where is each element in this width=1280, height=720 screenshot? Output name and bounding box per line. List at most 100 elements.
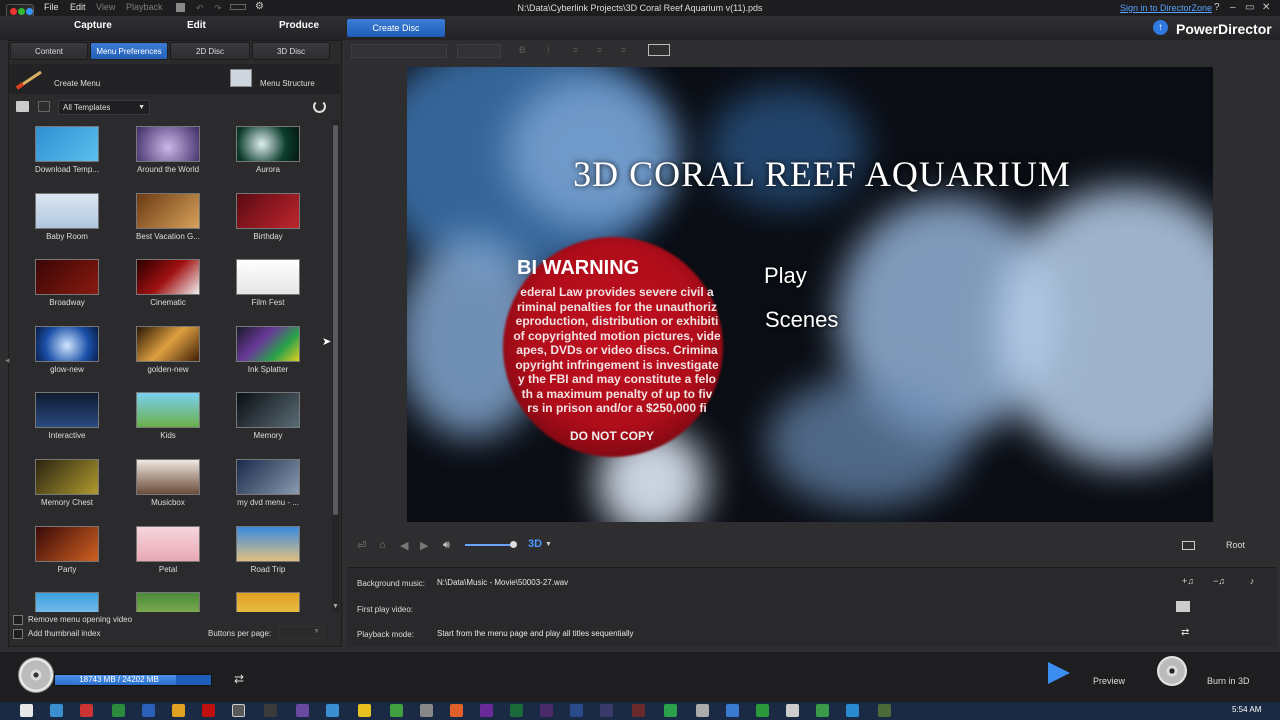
app-icon[interactable] [786, 704, 799, 717]
menu-structure-button[interactable]: Menu Structure [260, 79, 315, 88]
burn-3d-button[interactable]: Burn in 3D [1207, 676, 1250, 686]
app-icon[interactable] [390, 704, 403, 717]
template-tile[interactable] [118, 586, 218, 612]
app-icon[interactable] [420, 704, 433, 717]
refresh-icon[interactable] [313, 100, 326, 113]
app-icon[interactable] [264, 704, 277, 717]
app-icon[interactable] [664, 704, 677, 717]
template-tile[interactable]: Interactive [17, 386, 117, 448]
font-select[interactable] [351, 44, 447, 58]
template-tile[interactable]: my dvd menu - ... [218, 453, 318, 515]
menu-structure-icon[interactable] [230, 69, 252, 87]
menu-view[interactable]: View [96, 2, 115, 12]
app-icon[interactable] [726, 704, 739, 717]
swap-icon[interactable]: ⇄ [228, 672, 250, 686]
template-thumbnail[interactable] [136, 126, 200, 162]
skype-icon[interactable] [846, 704, 859, 717]
excel-icon[interactable] [112, 704, 125, 717]
mode-3d-toggle[interactable]: 3D [528, 538, 542, 550]
tab-content[interactable]: Content [10, 42, 88, 60]
italic-icon[interactable]: I [547, 45, 550, 55]
burn-disc-icon[interactable] [1157, 656, 1187, 686]
template-thumbnail[interactable] [236, 326, 300, 362]
volume-icon[interactable]: 🔊︎ [443, 539, 450, 552]
template-thumbnail[interactable] [35, 259, 99, 295]
minimize-button[interactable]: – [1230, 2, 1236, 13]
bold-icon[interactable]: B [519, 45, 526, 55]
template-tile[interactable]: Cinematic [118, 253, 218, 315]
template-thumbnail[interactable] [136, 193, 200, 229]
template-tile[interactable]: Around the World [118, 120, 218, 182]
redo-icon[interactable]: ↷ [214, 3, 222, 14]
app-icon[interactable] [80, 704, 93, 717]
tab-capture[interactable]: Capture [74, 20, 112, 31]
app-icon[interactable] [816, 704, 829, 717]
template-thumbnail[interactable] [236, 459, 300, 495]
app-icon[interactable] [450, 704, 463, 717]
template-thumbnail[interactable] [35, 392, 99, 428]
template-tile[interactable]: Aurora [218, 120, 318, 182]
tab-2d-disc[interactable]: 2D Disc [170, 42, 250, 60]
template-tile[interactable]: Ink Splatter [218, 320, 318, 382]
menu-edit[interactable]: Edit [70, 2, 86, 12]
app-icon[interactable] [696, 704, 709, 717]
template-thumbnail[interactable] [136, 392, 200, 428]
app-icon[interactable] [756, 704, 769, 717]
create-menu-button[interactable]: Create Menu [54, 79, 100, 88]
import-template-icon[interactable] [16, 101, 29, 112]
template-thumbnail[interactable] [136, 459, 200, 495]
maximize-button[interactable]: ▭ [1245, 2, 1254, 13]
menu-title[interactable]: 3D CORAL REEF AQUARIUM [407, 153, 1213, 195]
thumbnail-index-checkbox[interactable] [13, 629, 23, 639]
tab-edit[interactable]: Edit [187, 20, 206, 31]
remove-music-icon[interactable]: −♫ [1207, 576, 1231, 590]
remove-video-checkbox[interactable] [13, 615, 23, 625]
menu-item-scenes[interactable]: Scenes [765, 307, 838, 333]
layout-icon[interactable] [230, 4, 246, 10]
tab-menu-preferences[interactable]: Menu Preferences [90, 42, 168, 60]
template-tile[interactable] [17, 586, 117, 612]
template-thumbnail[interactable] [236, 592, 300, 612]
template-filter-dropdown[interactable]: All Templates ▼ [58, 100, 150, 115]
app-icon[interactable] [510, 704, 523, 717]
aftereffects-icon[interactable] [540, 704, 553, 717]
template-thumbnail[interactable] [236, 526, 300, 562]
download-template-icon[interactable] [38, 101, 50, 112]
add-music-icon[interactable]: +♫ [1176, 576, 1200, 590]
app-icon[interactable] [600, 704, 613, 717]
acrobat-icon[interactable] [202, 704, 215, 717]
tab-3d-disc[interactable]: 3D Disc [252, 42, 330, 60]
template-thumbnail[interactable] [35, 459, 99, 495]
powerdirector-task-icon[interactable] [232, 704, 245, 717]
fullscreen-icon[interactable] [1182, 541, 1195, 550]
template-tile[interactable]: Film Fest [218, 253, 318, 315]
template-thumbnail[interactable] [136, 326, 200, 362]
system-tray[interactable] [920, 706, 1220, 716]
template-tile[interactable]: Road Trip [218, 520, 318, 582]
menu-file[interactable]: File [44, 2, 59, 12]
template-thumbnail[interactable] [136, 259, 200, 295]
word-icon[interactable] [142, 704, 155, 717]
font-size-select[interactable] [457, 44, 501, 58]
preview-button[interactable]: Preview [1093, 676, 1125, 686]
template-thumbnail[interactable] [35, 526, 99, 562]
chevron-down-icon[interactable]: ▼ [545, 541, 552, 548]
panel-collapse-icon[interactable]: ◂ [5, 355, 10, 366]
grid-layout-icon[interactable] [648, 44, 670, 56]
template-tile[interactable]: Memory [218, 386, 318, 448]
volume-slider-knob[interactable] [510, 541, 517, 548]
template-tile[interactable]: Baby Room [17, 187, 117, 249]
app-icon[interactable] [632, 704, 645, 717]
template-tile[interactable]: glow-new [17, 320, 117, 382]
template-thumbnail[interactable] [136, 526, 200, 562]
align-right-icon[interactable]: ≡ [621, 45, 626, 55]
folder-icon[interactable] [20, 704, 33, 717]
template-thumbnail[interactable] [136, 592, 200, 612]
back-icon[interactable]: ⏎ [357, 539, 366, 552]
template-thumbnail[interactable] [236, 259, 300, 295]
tab-create-disc[interactable]: Create Disc [347, 19, 445, 37]
template-tile[interactable]: Birthday [218, 187, 318, 249]
template-tile[interactable]: Musicbox [118, 453, 218, 515]
template-thumbnail[interactable] [35, 193, 99, 229]
align-left-icon[interactable]: ≡ [573, 45, 578, 55]
